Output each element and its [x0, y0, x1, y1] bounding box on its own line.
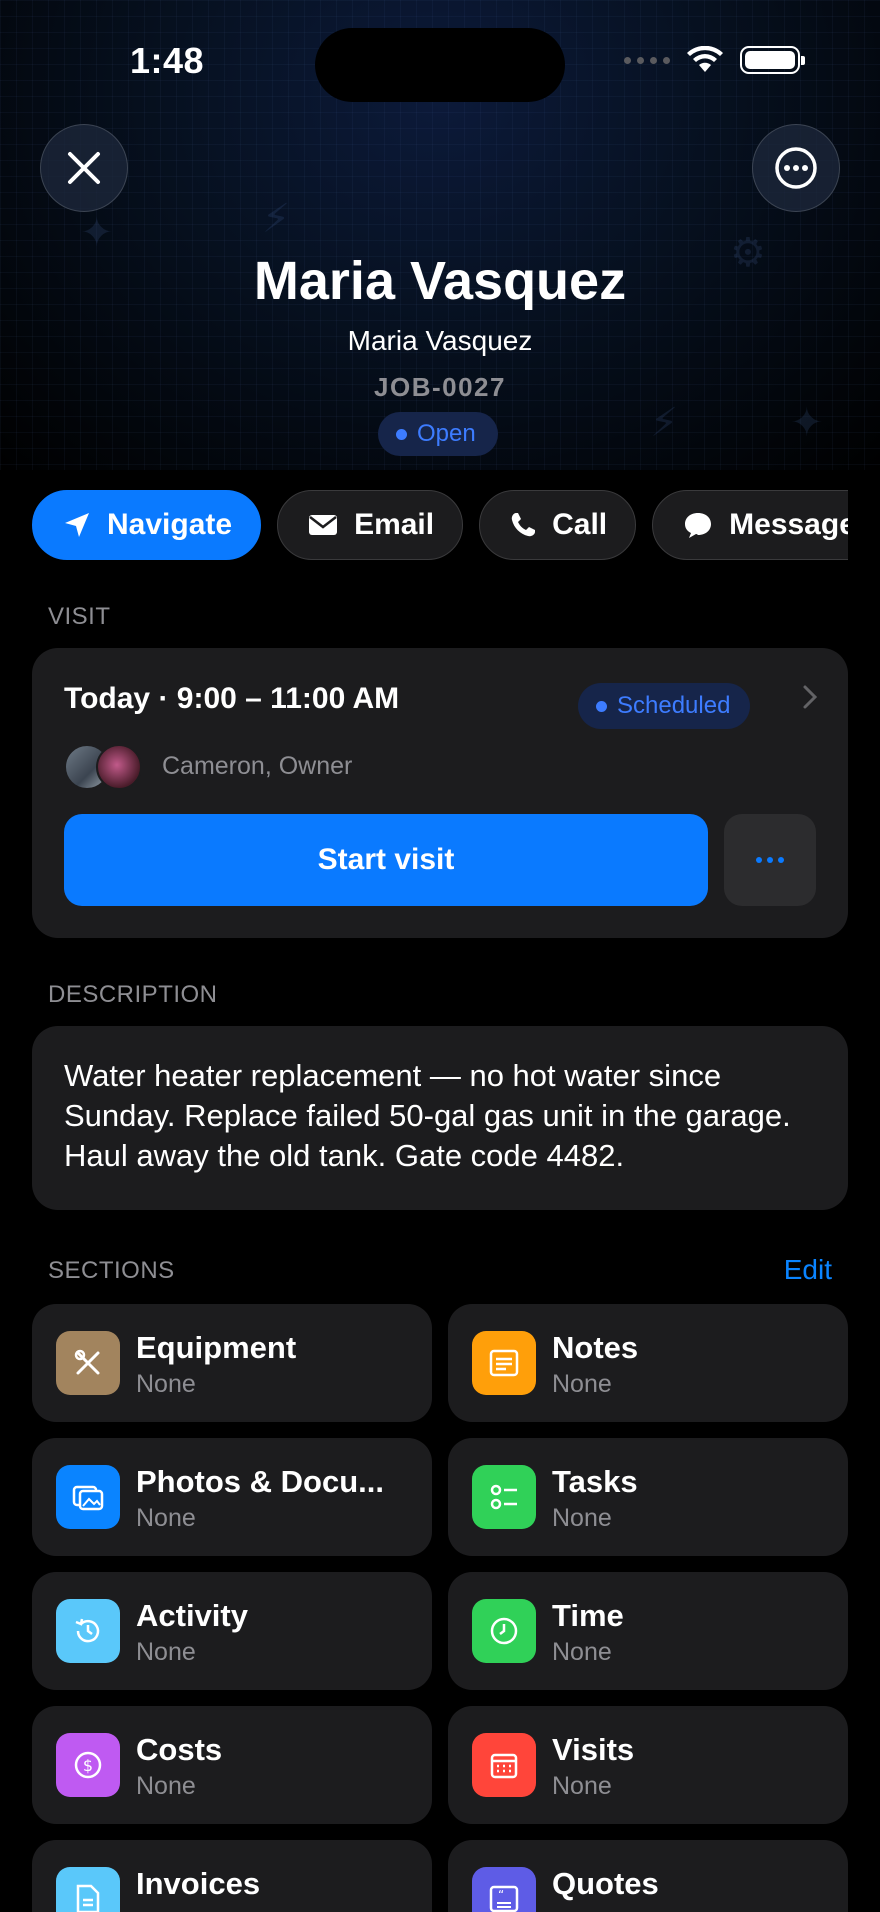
section-tile-visits[interactable]: Visits None [448, 1706, 848, 1824]
checklist-icon [472, 1465, 536, 1529]
tools-icon [56, 1331, 120, 1395]
envelope-icon [309, 515, 338, 535]
message-label: Message [729, 508, 848, 541]
visit-time: Today · 9:00 – 11:00 AM [64, 682, 400, 715]
navigate-arrow-icon [65, 513, 89, 537]
section-tile-subtitle: None [136, 1772, 196, 1800]
avatar [96, 744, 142, 790]
section-tile-quotes[interactable]: “ Quotes [448, 1840, 848, 1912]
section-tile-subtitle: None [552, 1772, 612, 1800]
section-tile-subtitle: None [552, 1370, 612, 1398]
description-section-label: DESCRIPTION [48, 981, 218, 1008]
section-tile-title: Visits [552, 1732, 635, 1767]
section-tile-subtitle: None [552, 1504, 612, 1532]
section-tile-time[interactable]: Time None [448, 1572, 848, 1690]
sections-section-label: SECTIONS [48, 1257, 175, 1284]
section-tile-title: Time [552, 1598, 624, 1633]
section-tile-subtitle: None [552, 1638, 612, 1666]
bolt-decor-icon: ⚡ [262, 197, 291, 241]
clock-icon [472, 1599, 536, 1663]
edit-sections-button[interactable]: Edit [784, 1254, 832, 1286]
chevron-right-icon [803, 685, 818, 709]
quote-icon: “ [472, 1867, 536, 1912]
section-tile-equipment[interactable]: Equipment None [32, 1304, 432, 1422]
close-button[interactable] [40, 124, 128, 212]
section-tile-title: Photos & Docu... [136, 1464, 384, 1499]
section-tile-title: Costs [136, 1732, 223, 1767]
call-label: Call [552, 508, 608, 541]
description-card: Water heater replacement — no hot water … [32, 1026, 848, 1210]
signal-icon [624, 56, 670, 64]
description-text: Water heater replacement — no hot water … [64, 1058, 791, 1173]
svg-text:“: “ [498, 1888, 504, 1902]
section-tile-subtitle: None [136, 1370, 196, 1398]
close-icon [68, 152, 100, 184]
section-tile-photos-documents[interactable]: Photos & Docu... None [32, 1438, 432, 1556]
email-label: Email [354, 508, 435, 541]
visit-card[interactable]: Today · 9:00 – 11:00 AM Scheduled Camero… [32, 648, 848, 938]
status-icons [624, 46, 805, 74]
job-id: JOB-0027 [374, 372, 506, 402]
calendar-icon [472, 1733, 536, 1797]
section-tile-activity[interactable]: Activity None [32, 1572, 432, 1690]
job-status-label: Open [417, 420, 476, 447]
email-button[interactable]: Email [277, 490, 464, 560]
phone-icon [511, 513, 536, 537]
section-tile-costs[interactable]: $ Costs None [32, 1706, 432, 1824]
navigate-label: Navigate [107, 508, 233, 541]
section-tile-title: Invoices [136, 1866, 261, 1901]
customer-name-title: Maria Vasquez [253, 251, 627, 311]
section-tile-title: Quotes [552, 1866, 659, 1901]
customer-subtitle: Maria Vasquez [347, 325, 533, 356]
battery-icon [740, 46, 805, 74]
note-icon [472, 1331, 536, 1395]
visit-section-label: VISIT [48, 603, 111, 630]
history-icon [56, 1599, 120, 1663]
call-button[interactable]: Call [479, 490, 637, 560]
quick-actions-row: Navigate Email Call Message [32, 490, 848, 560]
more-options-button[interactable] [752, 124, 840, 212]
chat-bubble-icon [685, 513, 712, 538]
invoice-icon [56, 1867, 120, 1912]
section-tile-subtitle: None [136, 1638, 196, 1666]
section-tile-title: Activity [136, 1598, 248, 1633]
section-tile-invoices[interactable]: Invoices [32, 1840, 432, 1912]
bolt-decor-icon: ⚡ [650, 401, 679, 445]
section-tile-title: Tasks [552, 1464, 638, 1499]
job-status-badge: Open [378, 412, 498, 456]
section-tile-notes[interactable]: Notes None [448, 1304, 848, 1422]
message-button[interactable]: Message [652, 490, 848, 560]
wifi-icon [687, 46, 723, 72]
status-dot-icon [396, 428, 407, 440]
svg-text:$: $ [83, 1756, 93, 1775]
assignees-text: Cameron, Owner [162, 752, 353, 780]
section-tile-subtitle: None [136, 1504, 196, 1532]
section-tile-title: Notes [552, 1330, 639, 1365]
start-visit-button[interactable]: Start visit [64, 814, 708, 906]
status-dot-icon [596, 700, 607, 712]
visit-more-button[interactable] [724, 814, 816, 906]
navigate-button[interactable]: Navigate [32, 490, 262, 560]
visit-status-badge: Scheduled [578, 683, 751, 729]
wrench-decor-icon: ✦ [790, 401, 824, 445]
ellipsis-circle-icon [775, 147, 817, 189]
section-tile-tasks[interactable]: Tasks None [448, 1438, 848, 1556]
photos-icon [56, 1465, 120, 1529]
visit-status-label: Scheduled [617, 692, 731, 719]
assignee-avatars [64, 744, 144, 792]
dynamic-island [315, 28, 565, 102]
section-tile-title: Equipment [136, 1330, 297, 1365]
status-time: 1:48 [130, 40, 205, 81]
dollar-icon: $ [56, 1733, 120, 1797]
